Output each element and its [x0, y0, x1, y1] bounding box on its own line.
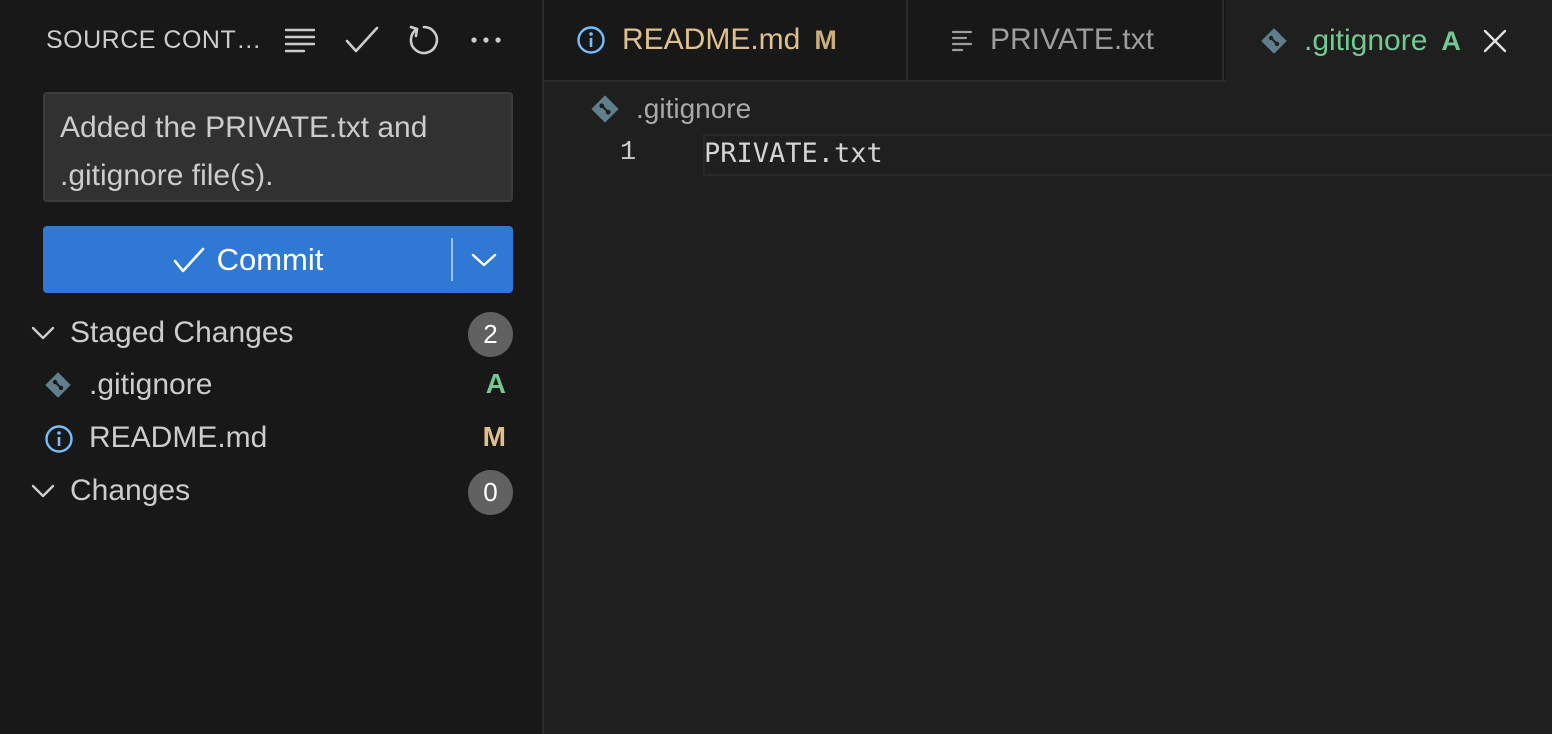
tab-status-modified: M — [814, 24, 837, 55]
tab-gitignore[interactable]: .gitignore A — [1226, 0, 1552, 82]
commit-button-label: Commit — [216, 241, 324, 277]
view-as-tree-button[interactable] — [280, 20, 320, 60]
chevron-down-icon — [31, 326, 55, 340]
git-diamond-icon — [1260, 27, 1288, 55]
tab-label: README.md — [622, 23, 801, 56]
code-line[interactable]: PRIVATE.txt — [704, 138, 883, 169]
file-status-added: A — [485, 368, 506, 399]
file-status-modified: M — [482, 421, 506, 452]
list-lines-icon — [284, 28, 316, 53]
changes-label: Changes — [70, 474, 191, 507]
changes-group[interactable]: Changes 0 — [0, 466, 542, 518]
info-icon — [576, 25, 606, 55]
commit-button-divider — [451, 238, 453, 281]
check-icon — [345, 26, 379, 53]
commit-button[interactable]: Commit — [43, 226, 453, 293]
staged-changes-label: Staged Changes — [70, 316, 294, 349]
tab-readme[interactable]: README.md M — [544, 0, 908, 80]
git-diamond-icon — [591, 95, 619, 123]
ellipsis-icon — [471, 37, 501, 43]
source-control-sidebar: SOURCE CONT… Added the PRIVATE.txt and .… — [0, 0, 544, 734]
staged-file-gitignore[interactable]: .gitignore A — [0, 360, 542, 412]
tab-label: .gitignore — [1304, 24, 1428, 57]
line-number: 1 — [620, 138, 637, 168]
source-control-header: SOURCE CONT… — [0, 0, 542, 80]
editor-tab-bar: README.md M PRIVATE.txt .gitignore A — [544, 0, 1552, 82]
tab-status-added: A — [1441, 25, 1461, 56]
commit-message-input[interactable]: Added the PRIVATE.txt and .gitignore fil… — [43, 92, 513, 202]
commit-check-button[interactable] — [342, 20, 382, 60]
info-icon — [45, 425, 73, 453]
chevron-down-icon — [471, 253, 497, 266]
text-lines-icon — [950, 28, 974, 52]
more-actions-button[interactable] — [466, 20, 506, 60]
breadcrumb[interactable]: .gitignore — [590, 92, 751, 126]
refresh-icon — [409, 25, 439, 55]
breadcrumb-file: .gitignore — [636, 93, 752, 124]
staged-count-badge: 2 — [468, 312, 513, 357]
source-control-title: SOURCE CONT… — [46, 26, 262, 54]
git-diamond-icon — [45, 372, 71, 398]
commit-dropdown-button[interactable] — [455, 226, 513, 293]
file-name: .gitignore — [89, 368, 213, 401]
check-icon — [173, 247, 204, 272]
changes-count-badge: 0 — [468, 470, 513, 515]
refresh-button[interactable] — [404, 20, 444, 60]
staged-changes-group[interactable]: Staged Changes 2 — [0, 308, 542, 360]
chevron-down-icon — [31, 484, 55, 498]
close-icon[interactable] — [1483, 29, 1507, 53]
commit-button-group: Commit — [43, 226, 513, 293]
tab-private[interactable]: PRIVATE.txt — [910, 0, 1224, 80]
tab-label: PRIVATE.txt — [990, 23, 1154, 56]
staged-file-readme[interactable]: README.md M — [0, 413, 542, 465]
file-name: README.md — [89, 421, 268, 454]
